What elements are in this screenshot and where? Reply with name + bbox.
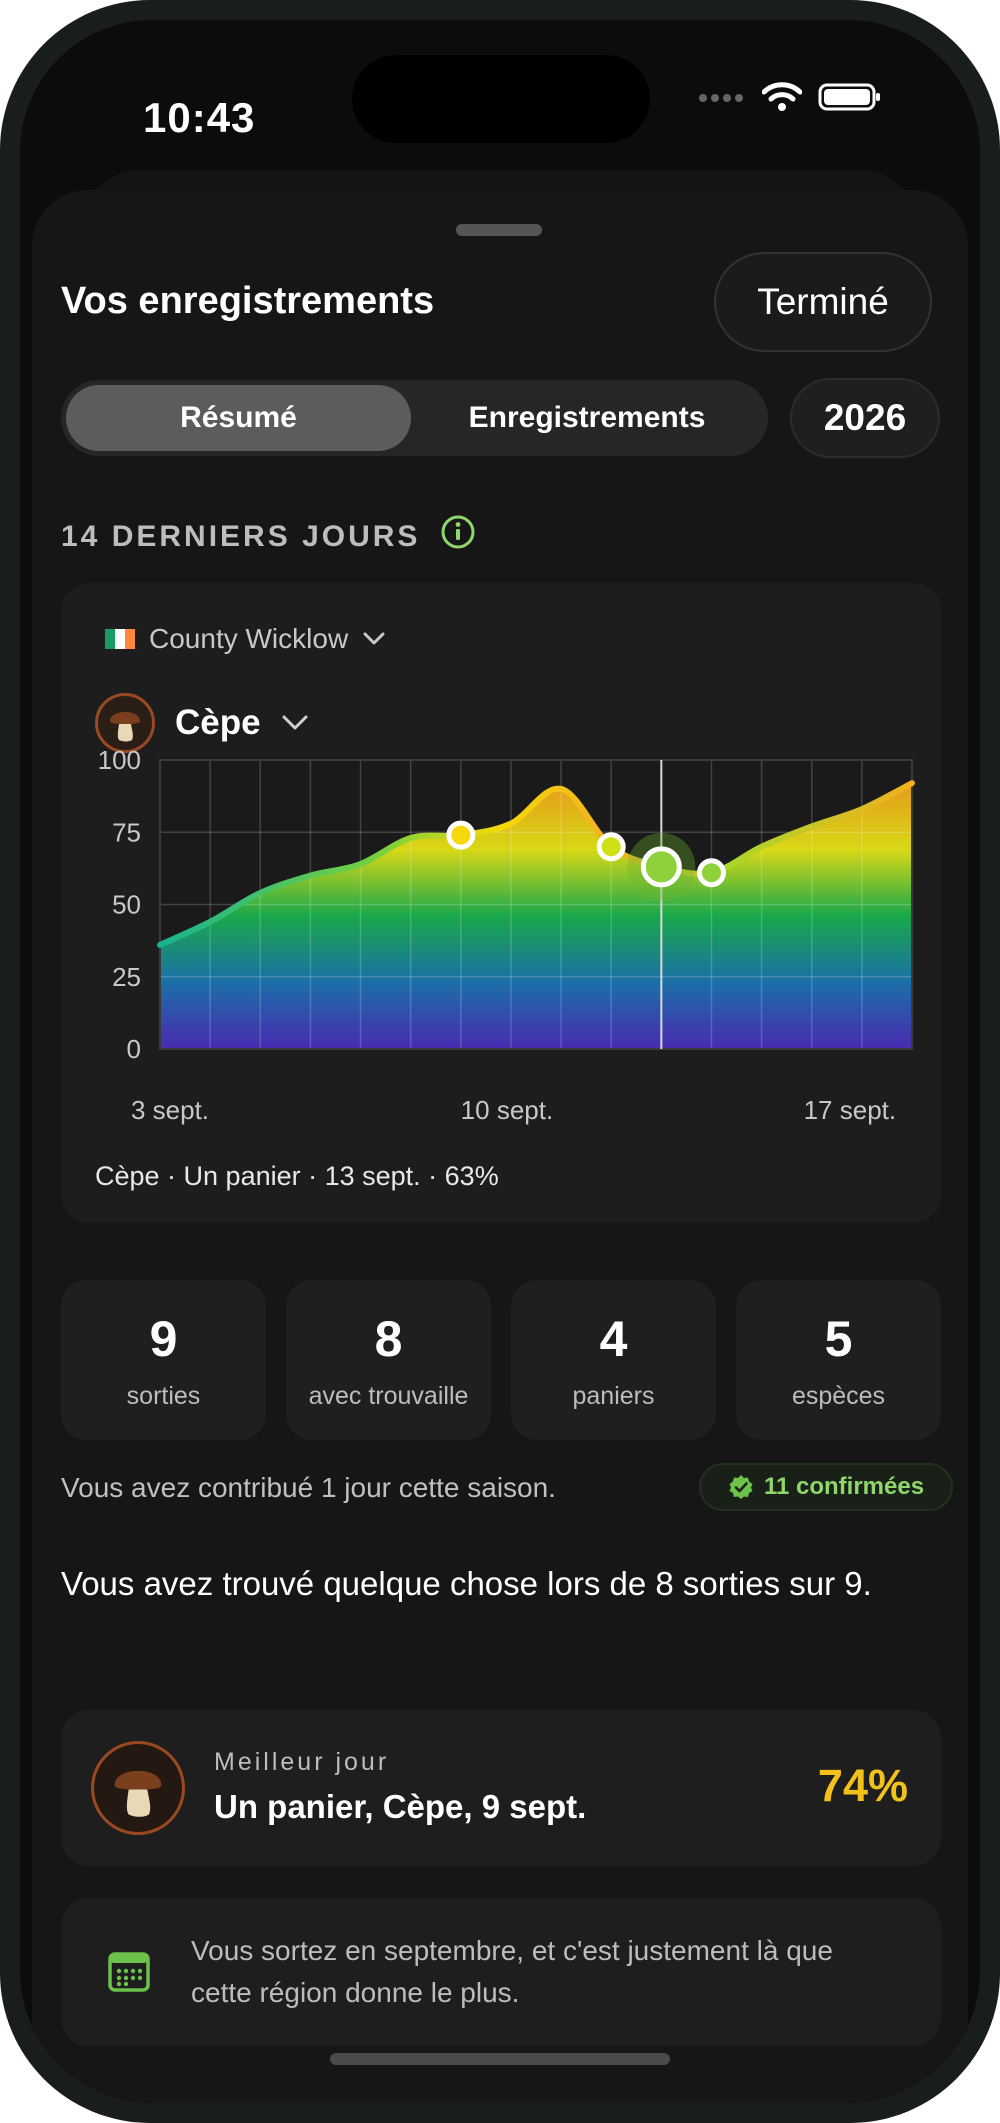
year-selector[interactable]: 2026 [790, 378, 940, 458]
stat-label: avec trouvaille [308, 1381, 469, 1410]
done-button[interactable]: Terminé [714, 252, 932, 352]
tab-records[interactable]: Enregistrements [411, 385, 763, 451]
status-time: 10:43 [143, 94, 256, 141]
screen: 10:43 Vos enregistrements Terminé Résumé… [20, 20, 980, 2103]
stat-value: 5 [824, 1310, 853, 1367]
stat-label: espèces [791, 1381, 886, 1410]
stat-card-species: 5 espèces [736, 1280, 941, 1440]
best-day-percent: 74% [817, 1760, 908, 1811]
tip-card: Vous sortez en septembre, et c'est juste… [61, 1898, 941, 2046]
stat-card-finds: 8 avec trouvaille [286, 1280, 491, 1440]
best-day-label: Meilleur jour [214, 1748, 390, 1776]
chart-caption: Cèpe · Un panier · 13 sept. · 63% [95, 1161, 499, 1191]
y-tick-label: 75 [112, 817, 141, 847]
cellular-signal-icon [699, 94, 743, 102]
y-tick-label: 50 [112, 890, 141, 920]
stat-value: 8 [374, 1310, 403, 1367]
verified-check-icon [729, 1475, 753, 1499]
phone-frame: 10:43 Vos enregistrements Terminé Résumé… [0, 0, 1000, 2123]
stat-label: sorties [126, 1381, 201, 1410]
y-tick-label: 100 [98, 745, 141, 775]
selected-marker [640, 846, 682, 888]
forecast-chart-card: County Wicklow Cèpe 100 75 50 25 0 3 sep… [61, 583, 941, 1223]
best-day-title: Un panier, Cèpe, 9 sept. [214, 1788, 587, 1825]
wifi-icon [762, 82, 802, 111]
x-tick-label: 10 sept. [461, 1095, 554, 1125]
home-indicator[interactable] [330, 2053, 670, 2065]
data-point-marker [446, 820, 476, 850]
status-icons [698, 82, 882, 112]
forecast-area-chart[interactable]: 100 75 50 25 0 3 sept. 10 sept. 17 sept. [61, 583, 941, 1223]
stat-card-outings: 9 sorties [61, 1280, 266, 1440]
section-heading: 14 DERNIERS JOURS [61, 520, 421, 553]
sheet-title: Vos enregistrements [61, 280, 435, 322]
stat-value: 4 [599, 1310, 628, 1367]
records-sheet: Vos enregistrements Terminé Résumé Enreg… [32, 190, 968, 2103]
stats-row: 9 sorties 8 avec trouvaille 4 paniers 5 … [61, 1280, 941, 1440]
confirmed-count: 11 confirmées [763, 1473, 925, 1500]
x-tick-label: 3 sept. [131, 1095, 209, 1125]
stat-label: paniers [572, 1381, 655, 1410]
summary-text: Vous avez trouvé quelque chose lors de 8… [61, 1565, 872, 1602]
best-day-card[interactable]: Meilleur jour Un panier, Cèpe, 9 sept. 7… [61, 1710, 941, 1866]
battery-icon [818, 83, 880, 111]
mushroom-icon [114, 1770, 162, 1817]
info-icon[interactable] [440, 514, 476, 550]
x-tick-label: 17 sept. [804, 1095, 897, 1125]
confirmed-badge[interactable]: 11 confirmées [699, 1463, 953, 1511]
calendar-icon [108, 1952, 150, 1992]
best-day-avatar [91, 1741, 185, 1835]
dynamic-island [352, 55, 650, 143]
contribution-text: Vous avez contribué 1 jour cette saison. [61, 1472, 556, 1503]
tip-text: Vous sortez en septembre, et c'est juste… [191, 1935, 833, 2008]
stat-value: 9 [149, 1310, 178, 1367]
tab-summary[interactable]: Résumé [66, 385, 411, 451]
sheet-grabber[interactable] [456, 224, 542, 236]
y-tick-label: 25 [112, 962, 141, 992]
data-point-marker [596, 832, 626, 862]
y-tick-label: 0 [127, 1034, 141, 1064]
stat-card-baskets: 4 paniers [511, 1280, 716, 1440]
data-point-marker [696, 858, 726, 888]
view-segmented-control: Résumé Enregistrements [61, 380, 768, 456]
